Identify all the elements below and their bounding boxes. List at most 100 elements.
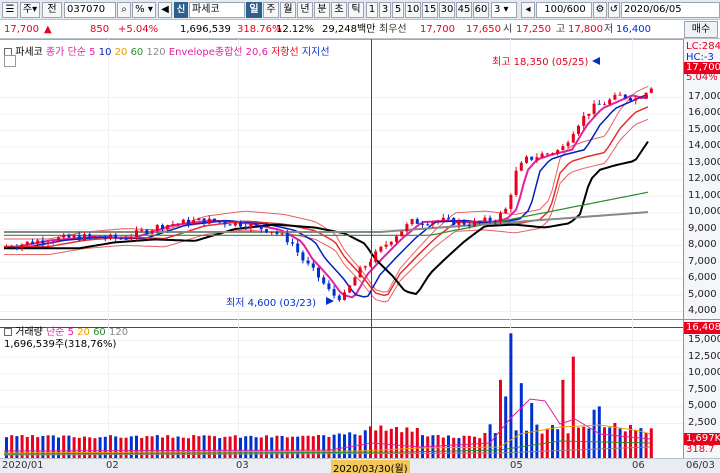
candle-body — [103, 238, 107, 240]
candle-body — [25, 241, 29, 245]
price-tick-label: 4,000 — [688, 305, 717, 316]
price-tick-label: 8,000 — [688, 239, 717, 251]
candle-body — [239, 222, 242, 227]
buy-button[interactable]: 매수 — [684, 21, 718, 38]
scroll-left-icon[interactable]: ◂ — [521, 2, 535, 18]
high-annotation: 최고 18,350 (05/25) — [492, 57, 589, 68]
volume-bar — [358, 435, 362, 458]
candle-body — [608, 99, 612, 105]
volume-bar — [540, 433, 544, 458]
hamburger-icon[interactable]: ☰ — [2, 2, 18, 18]
market-all-button[interactable]: 전 — [42, 2, 62, 18]
volume-bar — [348, 432, 352, 458]
candle-body — [374, 251, 378, 262]
legend-ma-label: 종가 단순 — [45, 47, 86, 58]
volume-bar — [483, 432, 487, 458]
interval-1-button[interactable]: 1 — [366, 2, 378, 18]
interval-15-button[interactable]: 15 — [422, 2, 438, 18]
interval-3-button[interactable]: 3 — [379, 2, 391, 18]
candle-body — [514, 170, 518, 195]
candle-body — [161, 225, 164, 229]
legend-envelope: Envelope종합선 20,6 — [168, 47, 268, 58]
chart-type-label: 주 — [22, 4, 33, 15]
candle-body — [197, 218, 201, 221]
volume-bar — [249, 435, 253, 458]
candle-body — [296, 243, 300, 253]
volume-bar — [259, 437, 263, 458]
period-year-tab[interactable]: 년 — [297, 2, 313, 18]
speaker-icon[interactable]: ◀ — [158, 2, 172, 18]
period-day-tab[interactable]: 일 — [246, 2, 262, 18]
data-count-field[interactable]: 100/600 — [536, 2, 592, 18]
date-axis: 2020/01 02 03 2020/03/30(월) 05 06 06/03 — [0, 458, 720, 473]
period-minute-tab[interactable]: 분 — [314, 2, 330, 18]
volume-bar — [301, 435, 305, 458]
volume-bar — [171, 437, 175, 458]
candle-body — [504, 208, 508, 214]
volume-tick-label: 7,500 — [688, 383, 717, 395]
candle-body — [166, 225, 170, 229]
price-legend: 파세코 종가 단순 5 10 20 60 120 Envelope종합선 20,… — [4, 43, 330, 58]
volume-bar — [623, 431, 627, 458]
volume-ratio: 318.76% — [237, 24, 282, 35]
candle-body — [493, 221, 497, 223]
price-tick-label: 11,000 — [688, 189, 720, 201]
candle-body — [233, 222, 237, 226]
chart-type-select[interactable]: 주▾ — [20, 2, 40, 18]
candle-body — [545, 153, 549, 155]
legend-ma20: 20 — [114, 47, 128, 58]
volume-bar — [447, 435, 450, 458]
stock-name-field[interactable]: 파세코 — [189, 2, 245, 18]
search-icon[interactable]: ⌕ — [117, 2, 131, 18]
candle-body — [259, 225, 263, 230]
candle-body — [603, 104, 606, 106]
volume-bar — [514, 430, 518, 458]
candle-body — [499, 213, 502, 222]
volume-bar — [291, 436, 294, 458]
stock-chart[interactable]: 파세코 종가 단순 5 10 20 60 120 Envelope종합선 20,… — [0, 39, 720, 458]
gear-icon[interactable]: ⚙ — [593, 2, 607, 18]
stock-code-input[interactable]: 037070 — [64, 2, 116, 18]
interval-60-button[interactable]: 60 — [473, 2, 489, 18]
volume-bar — [556, 429, 560, 458]
interval-45-button[interactable]: 45 — [456, 2, 472, 18]
percent-dropdown[interactable]: % ▾ — [132, 2, 156, 18]
period-second-tab[interactable]: 초 — [331, 2, 347, 18]
candle-body — [618, 94, 622, 96]
candle-body — [483, 217, 487, 222]
candle-body — [41, 240, 45, 244]
candle-body — [597, 103, 601, 105]
period-week-tab[interactable]: 주 — [263, 2, 279, 18]
candle-body — [109, 234, 112, 239]
price-change: 850 — [90, 24, 110, 35]
chart-canvas[interactable] — [0, 39, 720, 458]
volume-bar — [280, 435, 284, 458]
volume-bar — [426, 436, 430, 458]
volume-bar — [462, 435, 466, 458]
candle-body — [488, 217, 492, 222]
period-tick-tab[interactable]: 틱 — [348, 2, 364, 18]
volume-bar — [161, 437, 164, 458]
interval-10-button[interactable]: 10 — [405, 2, 421, 18]
volume-value: 1,696,539 — [180, 24, 231, 35]
volume-tick-label: 15,000 — [688, 334, 720, 345]
volume-bar — [597, 406, 601, 458]
candle-body — [46, 242, 50, 244]
candle-body — [145, 230, 149, 234]
volume-bar — [582, 426, 586, 458]
interval-30-button[interactable]: 30 — [439, 2, 455, 18]
interval-dropdown[interactable]: 3 ▾ — [491, 2, 517, 18]
candle-body — [343, 292, 346, 300]
arrow-icon[interactable]: ↺ — [608, 2, 620, 18]
candle-body — [20, 244, 24, 248]
volume-top-tag: 16,408 — [684, 322, 720, 334]
interval-5-button[interactable]: 5 — [392, 2, 404, 18]
period-month-tab[interactable]: 월 — [280, 2, 296, 18]
date-field[interactable]: 2020/06/05 — [621, 2, 720, 18]
volume-bar — [634, 430, 638, 458]
volume-bar — [239, 437, 242, 458]
legend-collapse-icon[interactable] — [4, 55, 16, 67]
turnover-rate: 12.12% — [276, 24, 315, 35]
volume-bar — [270, 437, 274, 458]
volume-bar — [244, 436, 248, 458]
